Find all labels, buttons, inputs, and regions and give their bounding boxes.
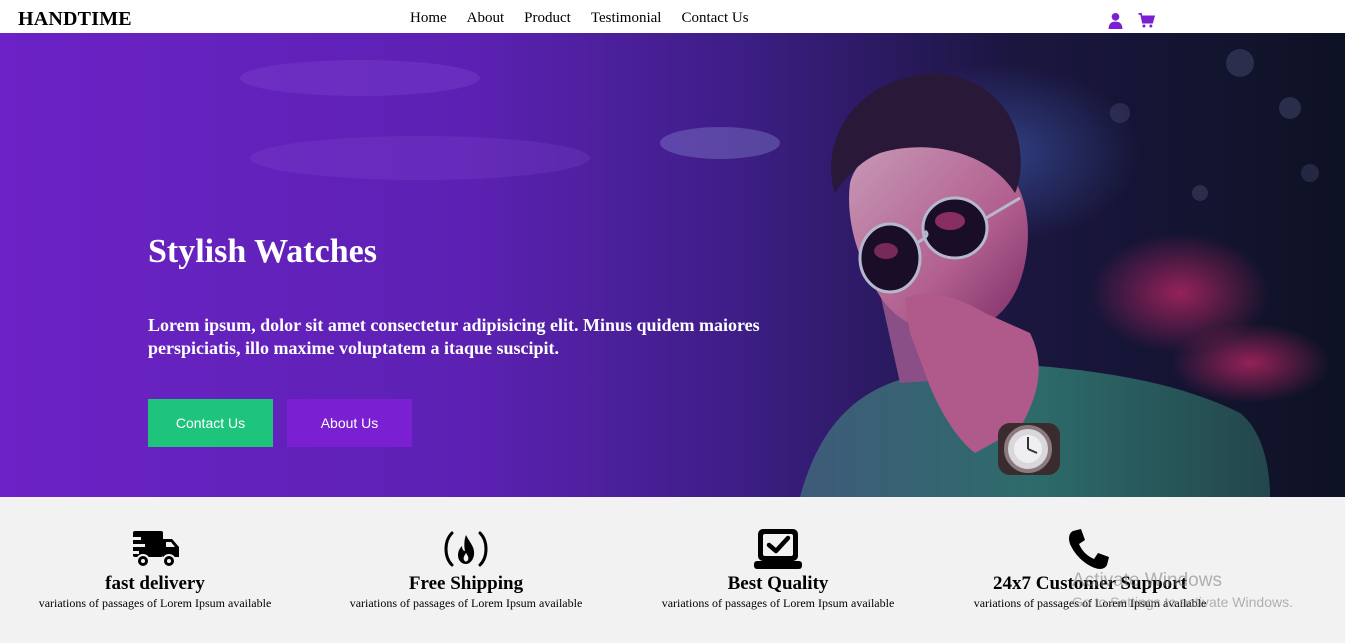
fire-icon [440, 527, 492, 571]
hero-banner: Stylish Watches Lorem ipsum, dolor sit a… [0, 33, 1345, 497]
nav-link-about[interactable]: About [467, 10, 505, 27]
contact-us-button[interactable]: Contact Us [148, 399, 273, 447]
windows-activation-watermark: Activate Windows Go to Settings to activ… [1072, 570, 1293, 610]
about-us-button[interactable]: About Us [287, 399, 412, 447]
truck-icon [129, 527, 181, 571]
feature-title: fast delivery [105, 573, 205, 594]
feature-fast-delivery: fast delivery variations of passages of … [0, 497, 310, 611]
feature-title: Best Quality [727, 573, 829, 594]
watermark-subtitle: Go to Settings to activate Windows. [1072, 594, 1293, 610]
nav-link-testimonial[interactable]: Testimonial [591, 10, 662, 27]
nav-link-product[interactable]: Product [524, 10, 571, 27]
feature-title: Free Shipping [408, 573, 524, 594]
hero-description: Lorem ipsum, dolor sit amet consectetur … [148, 315, 760, 358]
watermark-title: Activate Windows [1072, 570, 1222, 591]
user-icon[interactable] [1107, 12, 1124, 29]
feature-text: variations of passages of Lorem Ipsum av… [349, 596, 583, 610]
nav-links: Home About Product Testimonial Contact U… [410, 10, 769, 27]
navbar: HANDTIME Home About Product Testimonial … [0, 0, 1345, 33]
nav-icons [1107, 12, 1156, 29]
hero-title: Stylish Watches [148, 233, 377, 270]
check-box-icon [752, 527, 804, 571]
phone-icon [1064, 527, 1116, 571]
cart-icon[interactable] [1138, 12, 1156, 29]
feature-best-quality: Best Quality variations of passages of L… [623, 497, 933, 611]
nav-link-home[interactable]: Home [410, 10, 447, 27]
logo[interactable]: HANDTIME [18, 8, 132, 31]
feature-free-shipping: Free Shipping variations of passages of … [311, 497, 621, 611]
feature-text: variations of passages of Lorem Ipsum av… [661, 596, 895, 610]
feature-text: variations of passages of Lorem Ipsum av… [38, 596, 272, 610]
nav-link-contact[interactable]: Contact Us [681, 10, 748, 27]
